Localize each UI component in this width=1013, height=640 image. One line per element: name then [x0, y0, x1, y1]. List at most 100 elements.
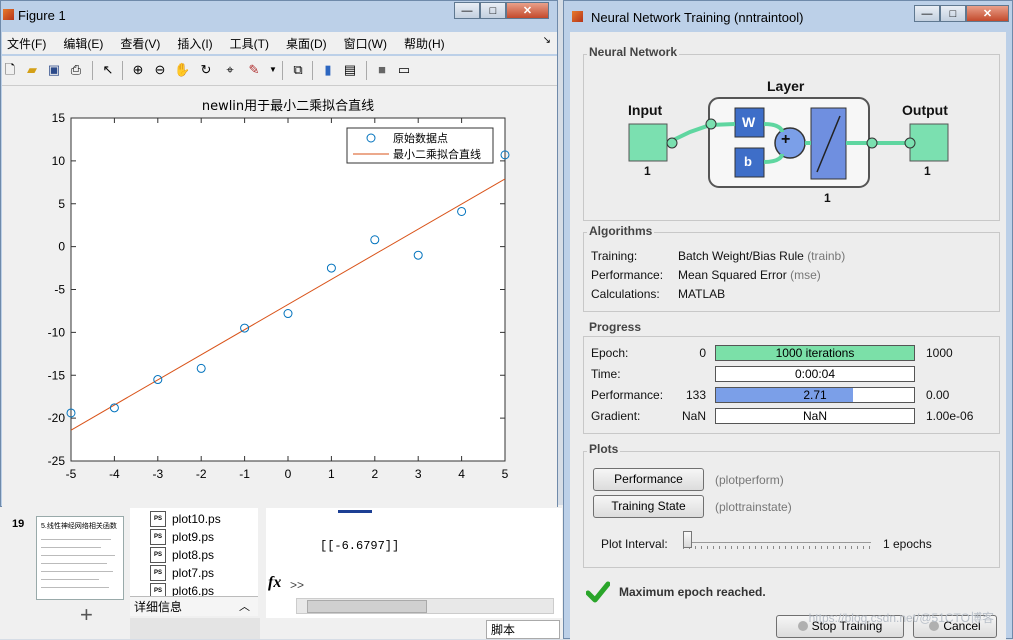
add-slide-button[interactable]: + — [80, 602, 93, 628]
brush-dropdown-icon[interactable]: ▼ — [265, 62, 281, 78]
plot-interval-value: 1 epochs — [883, 537, 932, 551]
y-tick-label: -10 — [48, 325, 66, 339]
cursor-icon[interactable]: ↖ — [100, 62, 116, 78]
rotate-icon[interactable]: ↻ — [198, 62, 214, 78]
check-icon — [586, 581, 610, 603]
y-tick-label: -25 — [48, 454, 66, 468]
chart-svg: newlin用于最小二乘拟合直线-5 -4 -3 -2 -1 0 1 2 3 4 5151050-5… — [48, 99, 510, 481]
link-icon[interactable]: ⧉ — [290, 62, 306, 78]
legend-icon[interactable]: ▤ — [342, 62, 358, 78]
menu-tools[interactable]: 工具(T) — [230, 35, 269, 52]
menu-edit[interactable]: 编辑(E) — [63, 35, 103, 52]
plot-interval-slider-thumb[interactable] — [683, 531, 692, 548]
chart-title: newlin用于最小二乘拟合直线 — [202, 99, 374, 114]
input-block — [628, 123, 668, 162]
axes-box — [70, 117, 506, 462]
maximize-button[interactable]: □ — [480, 2, 506, 19]
slide-thumbnail[interactable]: 5.线性神经网络相关函数 — [36, 516, 124, 600]
y-tick-label: -5 — [54, 283, 65, 297]
plot-performance-code: (plotperform) — [715, 473, 784, 487]
close-button[interactable]: ✕ — [966, 5, 1009, 22]
brush-icon[interactable]: ✎ — [246, 62, 262, 78]
command-output: [[-6.6797]] — [320, 539, 400, 553]
colorbar-icon[interactable]: ▮ — [320, 62, 336, 78]
minimize-button[interactable]: — — [454, 2, 480, 19]
ps-file-icon: PS — [150, 528, 166, 545]
progress-bar: 2.71 — [715, 387, 915, 403]
menu-file[interactable]: 文件(F) — [7, 35, 46, 52]
file-item[interactable]: PS plot10.ps — [150, 510, 221, 527]
print-icon[interactable]: ⎙ — [68, 62, 84, 78]
pan-hand-icon[interactable]: ✋ — [174, 62, 190, 78]
bias-label: b — [744, 154, 752, 169]
plot-training-state-button[interactable]: Training State — [593, 495, 704, 518]
progress-bar-fill — [716, 388, 853, 402]
menu-insert[interactable]: 插入(I) — [177, 35, 212, 52]
script-tab[interactable]: 脚本 — [486, 620, 560, 639]
zoom-in-icon[interactable]: ⊕ — [130, 62, 146, 78]
input-size: 1 — [644, 164, 651, 178]
file-name: plot7.ps — [172, 565, 215, 580]
plot-area: newlin用于最小二乘拟合直线 -5 -4 -3 -2 -1 0 1 2 3 4 5 15 10 5 0 -5… — [2, 86, 557, 507]
y-tick-label: -15 — [48, 368, 66, 382]
plot-performance-button[interactable]: Performance — [593, 468, 704, 491]
sum-icon: + — [781, 131, 791, 148]
algorithm-code: (trainb) — [807, 249, 846, 263]
maximize-button[interactable]: □ — [940, 5, 966, 22]
ps-file-icon: PS — [150, 546, 166, 563]
progress-label: Performance: — [591, 388, 664, 402]
file-name: plot10.ps — [172, 511, 221, 526]
figure-toolbar: 🗋 ▰ ▣ ⎙ ↖ ⊕ ⊖ ✋ ↻ ⌖ ✎ ▼ ⧉ ▮ ▤ ■ ▭ — [2, 56, 557, 86]
algorithm-label: Calculations: — [591, 287, 660, 301]
ps-file-icon: PS — [150, 564, 166, 581]
file-item[interactable]: PS plot9.ps — [150, 528, 214, 545]
open-folder-icon[interactable]: ▰ — [24, 62, 40, 78]
fx-icon[interactable]: fx — [268, 574, 281, 592]
zoom-out-icon[interactable]: ⊖ — [152, 62, 168, 78]
x-tick-label: 2 — [371, 467, 378, 481]
file-list: PS plot10.ps PS plot9.ps PS plot8.ps PS plot7.p… — [130, 508, 258, 598]
plot-interval-slider-track[interactable] — [683, 542, 871, 543]
progress-label: Epoch: — [591, 346, 629, 360]
progress-bar-text: 1000 iterations — [775, 346, 855, 360]
file-name: plot9.ps — [172, 529, 215, 544]
figure-menubar: 文件(F) 编辑(E) 查看(V) 插入(I) 工具(T) 桌面(D) 窗口(W… — [2, 32, 557, 54]
algorithm-value: MATLAB — [678, 287, 726, 301]
plot-training-state-code: (plottrainstate) — [715, 500, 792, 514]
status-strip — [130, 618, 260, 639]
x-tick-label: 3 — [415, 467, 422, 481]
progress-label: Time: — [591, 367, 621, 381]
file-item[interactable]: PS plot7.ps — [150, 564, 214, 581]
legend-entry: 最小二乘拟合直线 — [393, 147, 481, 161]
scrollbar-thumb[interactable] — [307, 600, 427, 613]
details-panel-header[interactable]: 详细信息 ︿ — [130, 596, 258, 616]
status-message: Maximum epoch reached. — [619, 585, 766, 599]
output-block — [909, 123, 949, 162]
show-tools-icon[interactable]: ▭ — [396, 62, 412, 78]
horizontal-scrollbar[interactable] — [296, 598, 554, 614]
data-cursor-icon[interactable]: ⌖ — [222, 62, 238, 78]
minimize-button[interactable]: — — [914, 5, 940, 22]
menu-window[interactable]: 窗口(W) — [344, 35, 387, 52]
menu-view[interactable]: 查看(V) — [120, 35, 160, 52]
stop-icon — [797, 621, 808, 631]
progress-bar: 0:00:04 — [715, 366, 915, 382]
progress-section-title: Progress — [587, 320, 644, 334]
x-tick-label: -2 — [196, 467, 207, 481]
menu-desktop[interactable]: 桌面(D) — [286, 35, 327, 52]
progress-bar: NaN — [715, 408, 915, 424]
file-item[interactable]: PS plot8.ps — [150, 546, 214, 563]
save-icon[interactable]: ▣ — [46, 62, 62, 78]
x-tick-label: 5 — [502, 467, 509, 481]
hide-tools-icon[interactable]: ■ — [374, 62, 390, 78]
dock-icon[interactable]: ↘ — [543, 35, 551, 46]
x-tick-label: -4 — [109, 467, 120, 481]
y-tick-label: 10 — [52, 154, 66, 168]
output-size: 1 — [924, 164, 931, 178]
input-label: Input — [628, 102, 663, 118]
menu-help[interactable]: 帮助(H) — [404, 35, 445, 52]
matlab-logo-icon — [572, 11, 583, 22]
new-file-icon[interactable]: 🗋 — [2, 62, 18, 78]
close-button[interactable]: ✕ — [506, 2, 549, 19]
collapse-icon[interactable]: ︿ — [239, 597, 250, 617]
